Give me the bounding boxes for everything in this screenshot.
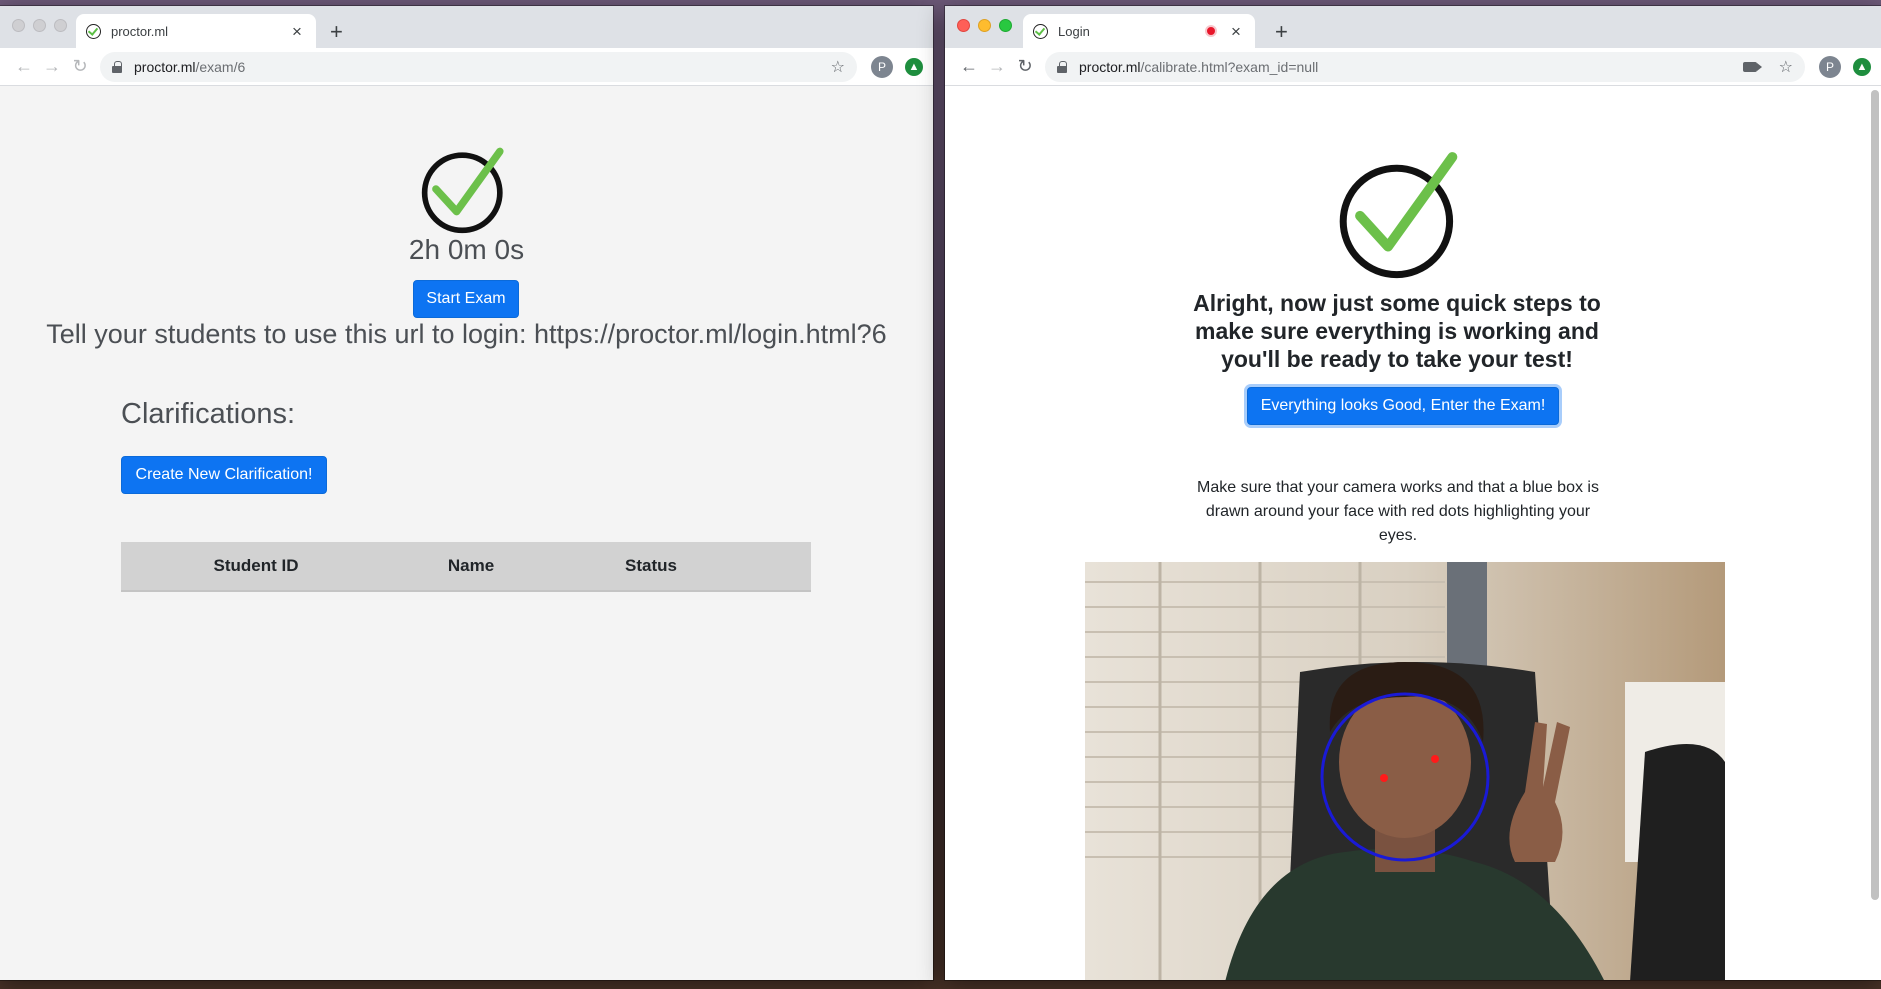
lock-icon [112, 60, 122, 73]
check-favicon-icon [1033, 23, 1048, 39]
start-exam-button[interactable]: Start Exam [413, 280, 519, 318]
url-path: /exam/6 [195, 58, 246, 75]
column-header-status[interactable]: Status [571, 542, 731, 590]
new-tab-button[interactable]: + [330, 21, 343, 43]
url-host: proctor.ml [1079, 58, 1141, 75]
close-tab-icon[interactable]: × [1227, 23, 1245, 40]
back-arrow-icon[interactable]: ← [955, 53, 983, 81]
exam-timer: 2h 0m 0s [408, 234, 525, 265]
exam-page: 2h 0m 0s Start Exam Tell your students t… [0, 86, 933, 980]
close-tab-icon[interactable]: × [288, 23, 306, 40]
recording-dot-icon [1205, 25, 1217, 37]
close-window-button[interactable] [957, 19, 970, 32]
calibrate-page: Alright, now just some quick steps to ma… [945, 86, 1881, 980]
camera-icon[interactable] [1742, 61, 1762, 72]
reload-icon[interactable]: ↻ [1011, 53, 1039, 81]
new-tab-button[interactable]: + [1275, 21, 1288, 43]
back-arrow-icon[interactable]: ← [10, 53, 38, 81]
tab-login[interactable]: Login × [1023, 14, 1255, 48]
star-icon[interactable]: ☆ [1779, 57, 1793, 77]
enter-exam-button[interactable]: Everything looks Good, Enter the Exam! [1247, 387, 1559, 425]
profile-avatar[interactable]: P [871, 55, 893, 78]
profile-avatar[interactable]: P [1819, 55, 1841, 78]
webcam-image [1085, 562, 1725, 980]
url-host: proctor.ml [134, 58, 196, 75]
column-header-name[interactable]: Name [411, 542, 531, 590]
address-bar[interactable]: proctor.ml/calibrate.html?exam_id=null ☆ [1045, 51, 1805, 82]
maximize-window-button[interactable] [999, 19, 1012, 32]
close-window-button[interactable] [12, 19, 25, 32]
minimize-window-button[interactable] [978, 19, 991, 32]
page-scrollbar[interactable] [1871, 90, 1879, 900]
window-controls [957, 19, 1012, 32]
check-circle-icon [421, 147, 504, 234]
browser-toolbar: ← → ↻ proctor.ml/exam/6 ☆ P ▲ [0, 48, 933, 86]
clarifications-heading: Clarifications: [121, 398, 296, 430]
login-url-text: Tell your students to use this url to lo… [46, 319, 887, 349]
tab-title: Login [1058, 23, 1090, 39]
clarifications-table-header: Student ID Name Status [121, 542, 811, 592]
right-browser-window: Login × + ← → ↻ proctor.ml/calibrate.htm… [945, 6, 1881, 980]
webcam-feed [1085, 562, 1725, 980]
column-header-student-id[interactable]: Student ID [161, 542, 351, 590]
check-favicon-icon [86, 23, 101, 39]
star-icon[interactable]: ☆ [831, 57, 845, 77]
calibration-heading: Alright, now just some quick steps to ma… [1193, 290, 1601, 372]
forward-arrow-icon[interactable]: → [38, 53, 66, 81]
lock-icon [1057, 60, 1067, 73]
browser-toolbar: ← → ↻ proctor.ml/calibrate.html?exam_id=… [945, 48, 1881, 86]
window-controls [12, 19, 67, 32]
tab-strip: proctor.ml × + [0, 6, 933, 48]
left-eye-dot [1380, 774, 1388, 782]
tab-strip: Login × + [945, 6, 1881, 48]
extension-icon[interactable]: ▲ [1853, 57, 1871, 76]
extension-icon[interactable]: ▲ [905, 57, 923, 76]
create-clarification-button[interactable]: Create New Clarification! [121, 456, 327, 494]
tab-title: proctor.ml [111, 23, 169, 39]
maximize-window-button[interactable] [54, 19, 67, 32]
forward-arrow-icon[interactable]: → [983, 53, 1011, 81]
camera-instructions: Make sure that your camera works and tha… [1197, 479, 1599, 544]
tab-proctor[interactable]: proctor.ml × [76, 14, 316, 48]
address-bar[interactable]: proctor.ml/exam/6 ☆ [100, 51, 857, 82]
minimize-window-button[interactable] [33, 19, 46, 32]
url-path: /calibrate.html?exam_id=null [1140, 58, 1319, 75]
left-browser-window: proctor.ml × + ← → ↻ proctor.ml/exam/6 ☆… [0, 6, 933, 980]
reload-icon[interactable]: ↻ [66, 53, 94, 81]
check-circle-icon [1339, 152, 1458, 279]
right-eye-dot [1431, 755, 1439, 763]
